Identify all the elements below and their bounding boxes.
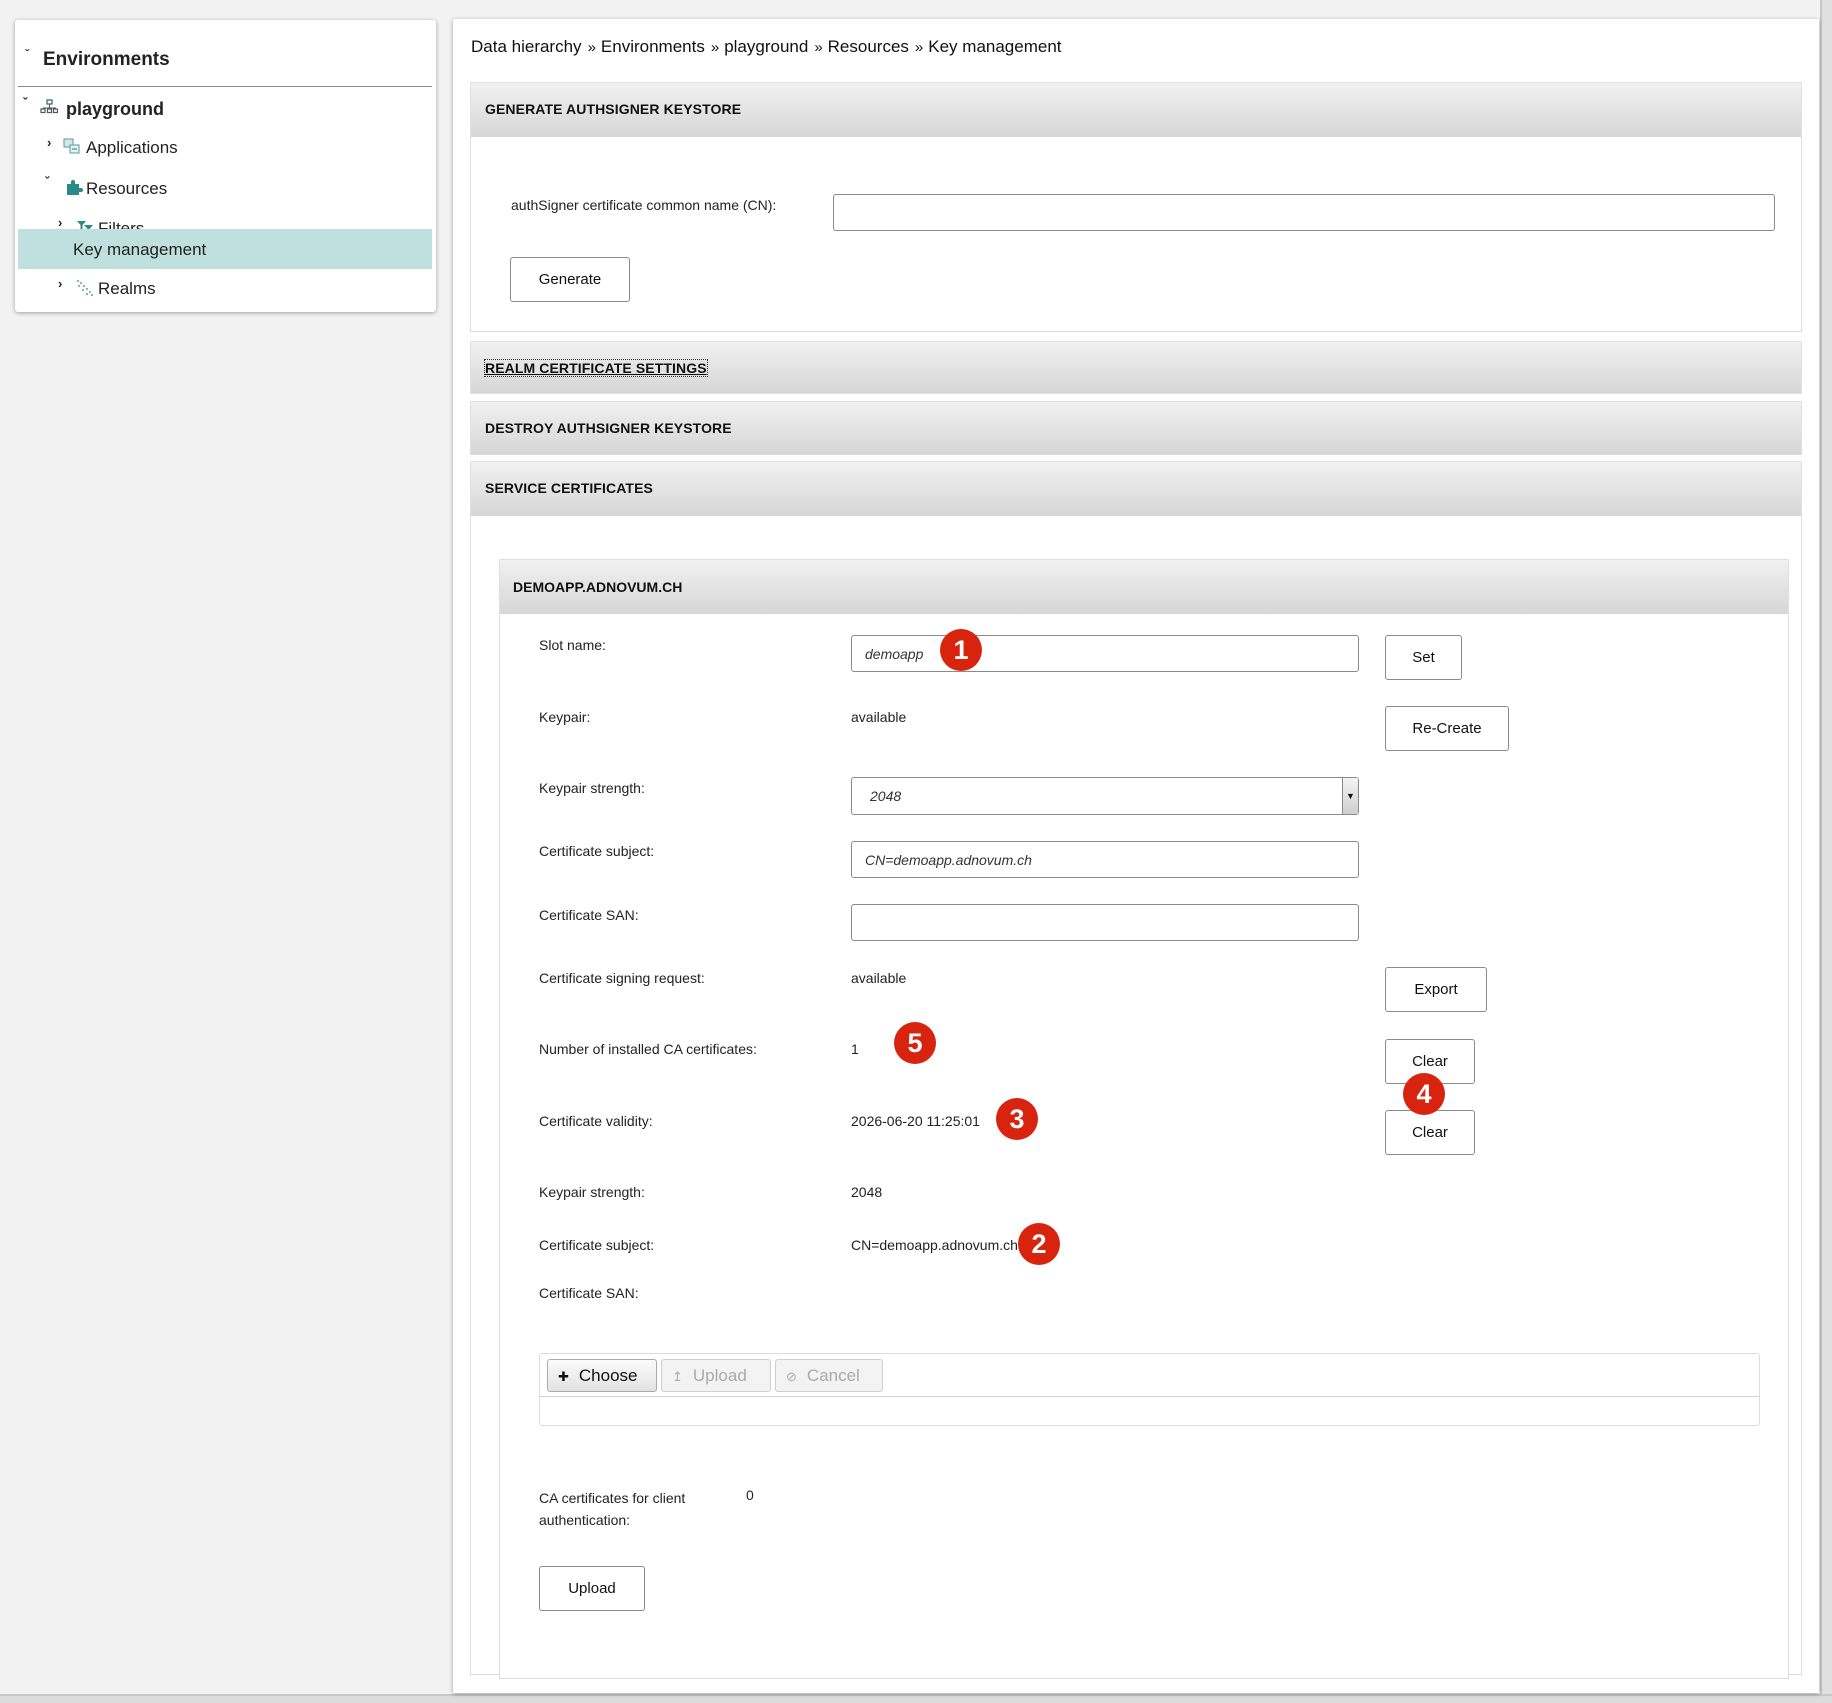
accordion-title: DESTROY AUTHSIGNER KEYSTORE xyxy=(485,420,732,436)
recreate-button[interactable]: Re-Create xyxy=(1385,706,1509,751)
certificate-san-input[interactable] xyxy=(851,904,1359,941)
breadcrumb-item-data-hierarchy[interactable]: Data hierarchy xyxy=(471,37,582,56)
upload-icon: ↥ xyxy=(672,1369,683,1384)
tree-item-resources[interactable]: ˇ Resources xyxy=(18,170,432,210)
upload-client-ca-button[interactable]: Upload xyxy=(539,1566,645,1611)
file-upload-widget: ✚ Choose ↥ Upload ⊘ Cancel xyxy=(539,1353,1760,1426)
navigation-tree: ˇ Environments ˇ playground › Applicatio… xyxy=(15,20,436,312)
generate-keystore-content: authSigner certificate common name (CN):… xyxy=(470,137,1802,332)
tree-root-label: Environments xyxy=(43,49,170,70)
clear-certificate-button[interactable]: Clear xyxy=(1385,1110,1475,1155)
accordion-title: SERVICE CERTIFICATES xyxy=(485,480,653,496)
file-upload-toolbar: ✚ Choose ↥ Upload ⊘ Cancel xyxy=(540,1354,1759,1397)
client-ca-value: 0 xyxy=(746,1487,754,1503)
puzzle-icon xyxy=(67,180,83,195)
breadcrumb-separator: » xyxy=(710,39,720,56)
tree-item-label: Resources xyxy=(86,179,168,198)
cancel-label: Cancel xyxy=(806,1366,860,1385)
certificate-subject-input[interactable] xyxy=(851,841,1359,878)
file-upload-dropzone[interactable] xyxy=(540,1398,1759,1426)
chevron-right-icon[interactable]: › xyxy=(58,276,62,291)
generate-button[interactable]: Generate xyxy=(510,257,630,302)
network-icon xyxy=(40,99,58,114)
breadcrumb-separator: » xyxy=(814,39,823,56)
keypair-strength-label: Keypair strength: xyxy=(539,780,645,796)
breadcrumb-item-resources[interactable]: Resources xyxy=(828,37,909,56)
accordion-title: REALM CERTIFICATE SETTINGS xyxy=(484,359,708,377)
tree-item-key-management[interactable]: Key management xyxy=(18,229,432,269)
certificate-validity-label: Certificate validity: xyxy=(539,1113,653,1129)
breadcrumb-separator: » xyxy=(914,39,924,56)
cn-label: authSigner certificate common name (CN): xyxy=(511,197,777,213)
accordion-demoapp-adnovum-ch[interactable]: DEMOAPP.ADNOVUM.CH xyxy=(499,559,1789,614)
csr-label: Certificate signing request: xyxy=(539,970,705,986)
annotation-badge-4: 4 xyxy=(1403,1073,1445,1115)
tree-item-label: Key management xyxy=(73,240,207,259)
dropdown-arrow-icon[interactable]: ▼ xyxy=(1342,778,1358,814)
realms-icon xyxy=(77,280,93,296)
window-border-bottom xyxy=(0,1694,1832,1703)
choose-file-button[interactable]: ✚ Choose xyxy=(547,1359,657,1392)
applications-icon xyxy=(63,138,80,154)
tree-item-playground[interactable]: ˇ playground xyxy=(18,89,432,129)
client-ca-label: CA certificates for client authenticatio… xyxy=(539,1490,686,1528)
accordion-realm-certificate-settings[interactable]: REALM CERTIFICATE SETTINGS xyxy=(470,341,1802,394)
chevron-right-icon[interactable]: › xyxy=(58,215,62,230)
accordion-generate-authsigner-keystore[interactable]: GENERATE AUTHSIGNER KEYSTORE xyxy=(470,82,1802,137)
slot-name-input[interactable] xyxy=(851,635,1359,672)
accordion-destroy-authsigner-keystore[interactable]: DESTROY AUTHSIGNER KEYSTORE xyxy=(470,401,1802,455)
accordion-title: GENERATE AUTHSIGNER KEYSTORE xyxy=(485,101,742,117)
cn-input[interactable] xyxy=(833,194,1775,231)
tree-item-realms[interactable]: › Realms xyxy=(18,273,432,313)
breadcrumb-item-key-management: Key management xyxy=(928,37,1062,56)
tree-item-label: Applications xyxy=(86,138,178,157)
ca-count-label: Number of installed CA certificates: xyxy=(539,1041,757,1057)
plus-icon: ✚ xyxy=(558,1369,569,1384)
keypair-strength-select[interactable]: 2048 ▼ xyxy=(851,777,1359,815)
annotation-badge-5: 5 xyxy=(894,1022,936,1064)
installed-certificate-subject-label: Certificate subject: xyxy=(539,1237,655,1253)
breadcrumb-item-environments[interactable]: Environments xyxy=(601,37,705,56)
chevron-right-icon[interactable]: › xyxy=(47,135,51,150)
cancel-upload-button[interactable]: ⊘ Cancel xyxy=(775,1359,883,1392)
annotation-badge-3: 3 xyxy=(996,1098,1038,1140)
chevron-down-icon[interactable]: ˇ xyxy=(25,46,30,62)
tree-item-applications[interactable]: › Applications xyxy=(18,130,432,170)
csr-value: available xyxy=(851,970,907,986)
breadcrumb-separator: » xyxy=(587,39,596,56)
set-button[interactable]: Set xyxy=(1385,635,1462,680)
certificate-validity-value: 2026-06-20 11:25:01 xyxy=(851,1113,980,1129)
tree-item-label: playground xyxy=(66,99,164,119)
tree-root-environments[interactable]: ˇ Environments xyxy=(18,34,432,87)
slot-name-label: Slot name: xyxy=(539,637,606,653)
breadcrumb-item-playground[interactable]: playground xyxy=(724,37,808,56)
export-button[interactable]: Export xyxy=(1385,967,1487,1012)
certificate-subject-label: Certificate subject: xyxy=(539,843,655,859)
accordion-title: DEMOAPP.ADNOVUM.CH xyxy=(513,579,683,595)
upload-label: Upload xyxy=(692,1366,747,1385)
keypair-strength-selected: 2048 xyxy=(870,788,902,804)
ca-count-value: 1 xyxy=(851,1041,859,1057)
keypair-label: Keypair: xyxy=(539,709,591,725)
installed-certificate-san-label: Certificate SAN: xyxy=(539,1285,639,1301)
chevron-down-icon[interactable]: ˇ xyxy=(23,95,27,110)
main-panel: Data hierarchy» Environments» playground» R… xyxy=(453,19,1819,1693)
cancel-icon: ⊘ xyxy=(786,1369,797,1384)
breadcrumb: Data hierarchy» Environments» playground» R… xyxy=(471,37,1064,57)
certificate-san-label: Certificate SAN: xyxy=(539,907,639,923)
choose-label: Choose xyxy=(578,1366,638,1385)
upload-file-button[interactable]: ↥ Upload xyxy=(661,1359,771,1392)
annotation-badge-2: 2 xyxy=(1018,1223,1060,1265)
installed-keypair-strength-value: 2048 xyxy=(851,1184,883,1200)
chevron-down-icon[interactable]: ˇ xyxy=(45,174,49,189)
accordion-service-certificates[interactable]: SERVICE CERTIFICATES xyxy=(470,461,1802,516)
installed-keypair-strength-label: Keypair strength: xyxy=(539,1184,645,1200)
keypair-value: available xyxy=(851,709,907,725)
tree-item-label: Realms xyxy=(98,279,156,298)
annotation-badge-1: 1 xyxy=(940,629,982,671)
window-border-right xyxy=(1820,0,1832,1703)
installed-certificate-subject-value: CN=demoapp.adnovum.ch xyxy=(851,1237,1018,1253)
